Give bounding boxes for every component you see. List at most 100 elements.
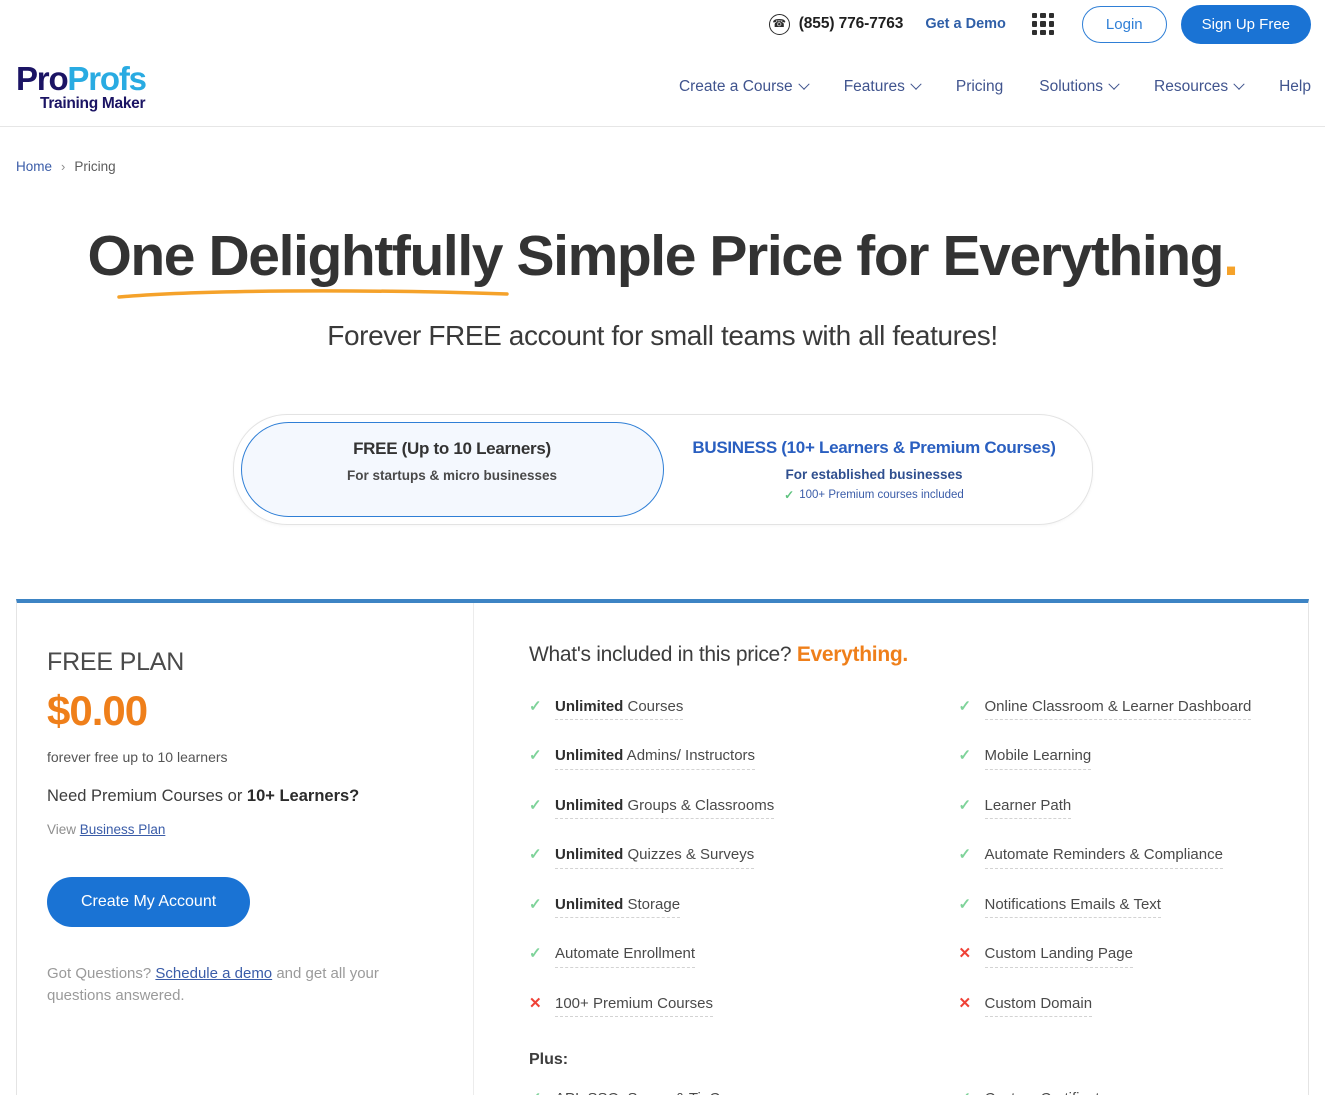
pricing-card-left-panel: FREE PLAN $0.00 forever free up to 10 le… [17,602,474,1095]
check-icon: ✓ [529,697,542,715]
plan-tab-business[interactable]: BUSINESS (10+ Learners & Premium Courses… [664,422,1085,517]
apps-grid-icon[interactable] [1031,13,1054,35]
feature-label-text: Courses [623,697,684,715]
plan-tab-free-subtitle: For startups & micro businesses [346,467,558,483]
login-button[interactable]: Login [1081,5,1167,43]
feature-label-bold: Unlimited [555,895,624,913]
nav-item-create-a-course[interactable]: Create a Course [678,78,810,96]
nav-item-solutions[interactable]: Solutions [1039,78,1120,96]
feature-label[interactable]: Custom Landing Page [984,945,1133,968]
feature-label-bold: Unlimited [555,796,624,814]
cross-icon: ✕ [529,994,542,1012]
nav-links: Create a Course Features Pricing Solutio… [679,78,1311,96]
plan-view-line: View Business Plan [47,822,443,837]
feature-label[interactable]: Unlimited Courses [555,697,684,721]
features-heading: What's included in this price? Everythin… [529,643,1288,667]
nav-label: Solutions [1039,78,1104,95]
breadcrumb-separator-icon: › [61,159,66,174]
logo-tagline: Training Maker [40,95,146,113]
create-my-account-button[interactable]: Create My Account [47,876,251,927]
feature-item: ✓ Online Classroom & Learner Dashboard [959,698,1289,721]
schedule-a-demo-link[interactable]: Schedule a demo [155,965,272,982]
plus-label: API, SSO, Scorm & TinCan [555,1091,737,1095]
nav-item-features[interactable]: Features [844,78,922,96]
proprofs-logo[interactable]: ProProfs Training Maker [16,60,147,113]
plan-name: FREE PLAN [47,647,185,676]
feature-item: ✓ Automate Enrollment [529,945,909,968]
plan-tab-free[interactable]: FREE (Up to 10 Learners) For startups & … [240,421,664,517]
features-heading-prefix: What's included in this price? [529,642,797,666]
chevron-down-icon [798,78,810,90]
plan-upsell-prefix: Need Premium Courses or [47,786,247,805]
features-columns: ✓ Unlimited Courses ✓ Unlimited Admins/ … [529,697,1289,1046]
plus-label: Custom Certificates [985,1091,1116,1095]
nav-label: Resources [1154,78,1229,95]
plan-tab-business-note: ✓ 100+ Premium courses included [674,488,1075,502]
signup-free-button[interactable]: Sign Up Free [1180,4,1311,44]
feature-item: ✓ Automate Reminders & Compliance [958,846,1289,869]
nav-item-help[interactable]: Help [1279,78,1311,96]
feature-item: ✓ Unlimited Quizzes & Surveys [529,846,909,869]
plan-toggle-wrapper: FREE (Up to 10 Learners) For startups & … [0,413,1325,525]
chevron-down-icon [1108,78,1120,90]
feature-label-text: Quizzes & Surveys [623,846,755,864]
feature-label-bold: Unlimited [555,846,624,864]
plan-tab-business-subtitle: For established businesses [785,466,963,482]
nav-item-resources[interactable]: Resources [1154,78,1245,96]
check-icon: ✓ [958,796,972,814]
nav-item-pricing[interactable]: Pricing [956,78,1003,96]
plan-toggle: FREE (Up to 10 Learners) For startups & … [232,413,1093,525]
check-icon: ✓ [958,846,972,864]
feature-label[interactable]: Automate Enrollment [555,945,696,968]
business-plan-link[interactable]: Business Plan [80,822,166,837]
title-underline-swoosh [117,288,510,299]
feature-label-text: 100+ Premium Courses [555,994,713,1012]
feature-label[interactable]: Notifications Emails & Text [984,895,1161,919]
breadcrumb-current: Pricing [74,159,116,174]
feature-item: ✓ Unlimited Admins/ Instructors [529,747,909,770]
phone-icon: ☎ [768,13,790,35]
feature-label-text: Custom Landing Page [984,945,1133,963]
feature-label[interactable]: Unlimited Admins/ Instructors [555,747,756,770]
plus-column-left: ✓ API, SSO, Scorm & TinCan [529,1091,909,1095]
plan-footer-note: Got Questions? Schedule a demo and get a… [47,963,407,1008]
check-icon: ✓ [529,747,542,765]
feature-label[interactable]: Learner Path [984,797,1072,820]
check-icon: ✓ [784,487,795,502]
feature-label-bold: Unlimited [555,697,624,715]
feature-label[interactable]: Unlimited Quizzes & Surveys [555,846,755,869]
feature-label[interactable]: Unlimited Storage [555,895,681,919]
check-icon: ✓ [529,1091,544,1095]
plan-upsell-bold: 10+ Learners? [246,786,360,805]
feature-label-text: Automate Enrollment [555,945,696,963]
feature-label-text: Notifications Emails & Text [984,895,1161,913]
phone-number[interactable]: (855) 776-7763 [799,15,904,33]
plan-price: $0.00 [47,686,148,734]
plan-tab-free-title: FREE (Up to 10 Learners) [353,438,551,458]
hero-section: One Delightfully Simple Price for Everyt… [0,174,1325,352]
nav-label: Help [1279,78,1311,95]
feature-label[interactable]: Online Classroom & Learner Dashboard [984,698,1252,721]
breadcrumb-home[interactable]: Home [16,159,52,174]
chevron-down-icon [910,78,922,90]
nav-label: Create a Course [678,78,793,95]
logo-text-profs: Profs [67,60,147,98]
phone-block[interactable]: ☎ (855) 776-7763 [768,13,904,35]
plus-item: ✓ API, SSO, Scorm & TinCan [529,1091,909,1095]
feature-label[interactable]: Custom Domain [984,995,1093,1018]
chevron-down-icon [1233,78,1245,90]
plan-footer-prefix: Got Questions? [47,964,156,982]
plus-item: ✓ Custom Certificates [959,1091,1289,1095]
get-a-demo-link[interactable]: Get a Demo [925,16,1006,32]
feature-item: ✓ Unlimited Groups & Classrooms [529,796,909,820]
plan-price-note: forever free up to 10 learners [47,748,228,765]
feature-label-bold: Unlimited [555,747,624,765]
feature-item: ✓ Unlimited Storage [529,895,909,919]
pricing-card: FREE PLAN $0.00 forever free up to 10 le… [16,598,1309,1095]
feature-label-text: Storage [623,895,681,913]
feature-label[interactable]: Automate Reminders & Compliance [984,846,1223,869]
feature-label[interactable]: Unlimited Groups & Classrooms [555,796,775,820]
feature-label[interactable]: 100+ Premium Courses [555,994,713,1018]
feature-label[interactable]: Mobile Learning [984,747,1092,770]
check-icon: ✓ [958,895,972,913]
